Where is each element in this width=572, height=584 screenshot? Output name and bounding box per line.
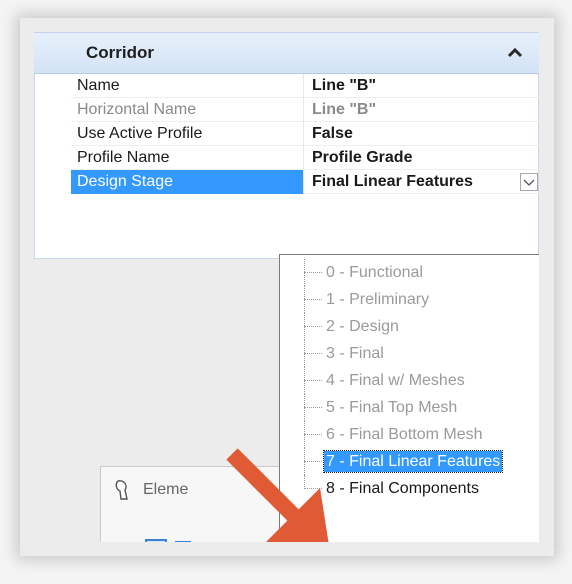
dropdown-option[interactable]: 3 - Final: [280, 340, 539, 367]
property-grid: Name Line "B" Horizontal Name Line "B" U…: [34, 74, 539, 259]
property-value[interactable]: Profile Grade: [303, 146, 539, 170]
section-title: Corridor: [86, 43, 154, 62]
dropdown-option[interactable]: 4 - Final w/ Meshes: [280, 367, 539, 394]
property-row-profile-name: Profile Name Profile Grade: [35, 146, 539, 170]
property-value: Line "B": [303, 98, 539, 122]
dropdown-option-label: 2 - Design: [326, 318, 399, 335]
dropdown-option-label: 0 - Functional: [326, 264, 423, 281]
dropdown-option[interactable]: 0 - Functional: [280, 259, 539, 286]
property-row-horizontal-name: Horizontal Name Line "B": [35, 98, 539, 122]
dropdown-option-label: 4 - Final w/ Meshes: [326, 372, 465, 389]
chevron-down-icon: [523, 179, 535, 186]
select-tool-icon[interactable]: [145, 539, 167, 542]
screenshot-frame: Corridor Name Line "B" Horizontal Name L…: [20, 18, 554, 556]
property-row-use-active-profile: Use Active Profile False: [35, 122, 539, 146]
dropdown-option[interactable]: 5 - Final Top Mesh: [280, 394, 539, 421]
shape-tool-icon[interactable]: [175, 541, 191, 542]
property-label: Name: [71, 74, 303, 98]
dropdown-option-label: 3 - Final: [326, 345, 384, 362]
design-stage-value: Final Linear Features: [312, 173, 473, 190]
dropdown-option-label: 6 - Final Bottom Mesh: [326, 426, 483, 443]
property-value[interactable]: Line "B": [303, 74, 539, 98]
element-info-icon: [115, 480, 128, 500]
property-label[interactable]: Design Stage: [71, 170, 303, 194]
corridor-section-header[interactable]: Corridor: [34, 32, 539, 74]
dropdown-arrow-button[interactable]: [520, 173, 538, 191]
property-label: Use Active Profile: [71, 122, 303, 146]
property-row-name: Name Line "B": [35, 74, 539, 98]
properties-panel: Corridor Name Line "B" Horizontal Name L…: [34, 32, 539, 542]
element-window-title: Eleme: [143, 481, 189, 498]
callout-arrow-icon: [226, 448, 329, 542]
property-value[interactable]: False: [303, 122, 539, 146]
dropdown-option-label: 5 - Final Top Mesh: [326, 399, 458, 416]
design-stage-select[interactable]: Final Linear Features: [303, 170, 539, 194]
dropdown-option[interactable]: 2 - Design: [280, 313, 539, 340]
property-label: Horizontal Name: [71, 98, 303, 122]
property-label: Profile Name: [71, 146, 303, 170]
dropdown-option[interactable]: 1 - Preliminary: [280, 286, 539, 313]
property-row-design-stage: Design Stage Final Linear Features: [35, 170, 539, 194]
dropdown-option-label: 1 - Preliminary: [326, 291, 430, 308]
chevron-up-icon[interactable]: [505, 43, 525, 63]
